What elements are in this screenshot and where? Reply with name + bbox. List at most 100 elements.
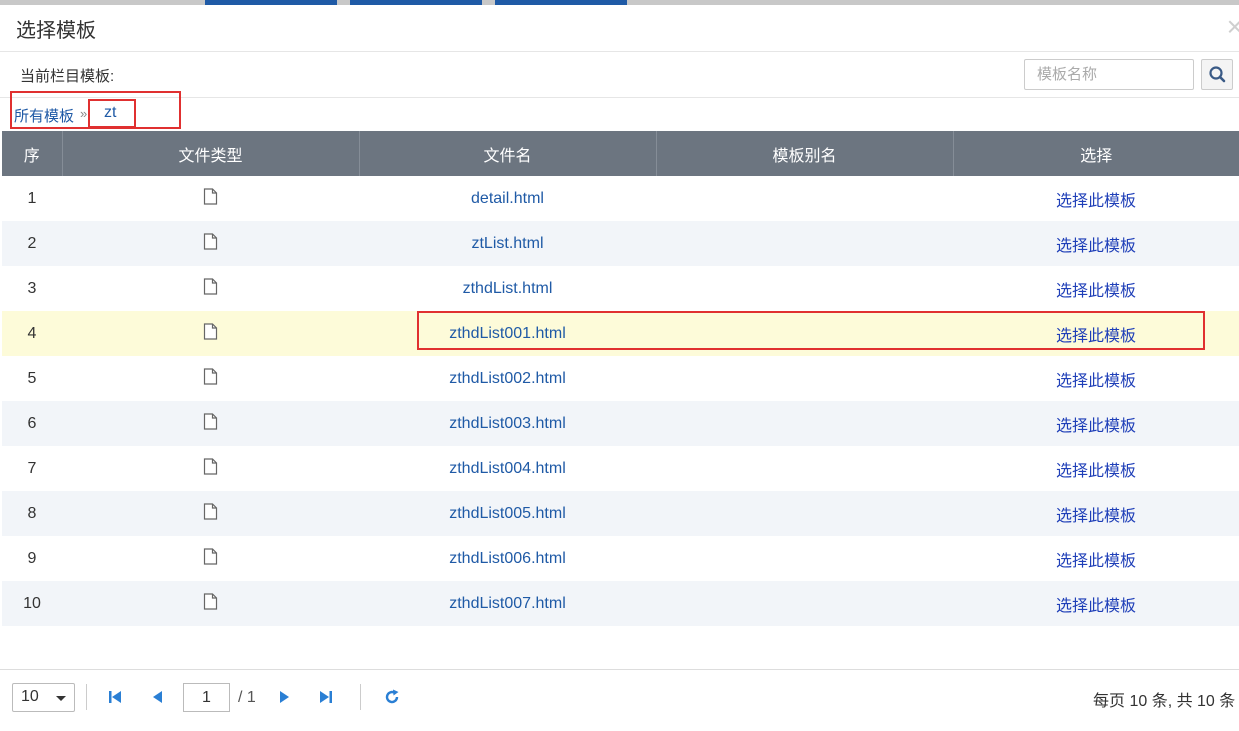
last-page-icon[interactable] — [317, 688, 335, 706]
document-icon — [203, 322, 218, 345]
template-name-search-input[interactable] — [1024, 59, 1194, 90]
table-row: 4 zthdList001.html 选择此模板 — [2, 311, 1239, 356]
column-header-file-name: 文件名 — [359, 131, 657, 176]
file-type-cell — [62, 266, 359, 311]
document-icon — [203, 592, 218, 615]
document-icon — [203, 232, 218, 255]
template-alias-cell — [656, 491, 953, 536]
template-alias-cell — [656, 536, 953, 581]
file-type-cell — [62, 491, 359, 536]
select-template-link[interactable]: 选择此模板 — [1056, 328, 1136, 345]
refresh-icon[interactable] — [383, 688, 401, 706]
file-name-cell: zthdList003.html — [359, 401, 656, 446]
file-type-cell — [62, 536, 359, 581]
file-type-cell — [62, 446, 359, 491]
file-name-link[interactable]: zthdList003.html — [449, 415, 566, 432]
file-name-link[interactable]: zthdList004.html — [449, 460, 566, 477]
file-name-cell: detail.html — [359, 176, 656, 221]
select-template-link[interactable]: 选择此模板 — [1056, 193, 1136, 210]
dialog-title: 选择模板 — [16, 20, 96, 42]
top-tab-2[interactable] — [350, 0, 482, 5]
select-template-link[interactable]: 选择此模板 — [1056, 598, 1136, 615]
template-alias-cell — [656, 311, 953, 356]
page-total: / 1 — [238, 689, 256, 706]
previous-page-icon[interactable] — [148, 688, 166, 706]
table-row: 1 detail.html 选择此模板 — [2, 176, 1239, 221]
pagination-summary: 每页 10 条, 共 10 条 — [1093, 693, 1236, 710]
first-page-icon[interactable] — [106, 688, 124, 706]
row-index: 5 — [27, 369, 37, 387]
document-icon — [203, 502, 218, 525]
select-cell: 选择此模板 — [953, 221, 1239, 266]
select-template-link[interactable]: 选择此模板 — [1056, 418, 1136, 435]
breadcrumb-all-templates[interactable]: 所有模板 — [14, 105, 74, 126]
next-page-icon[interactable] — [276, 688, 294, 706]
table-row: 8 zthdList005.html 选择此模板 — [2, 491, 1239, 536]
file-name-link[interactable]: detail.html — [471, 190, 544, 207]
select-cell: 选择此模板 — [953, 176, 1239, 221]
template-alias-cell — [656, 581, 953, 626]
template-table: 序 文件类型 文件名 模板别名 选择 1 detail.html 选择此模板 2 ztL… — [2, 131, 1239, 626]
divider — [86, 684, 87, 710]
template-alias-cell — [656, 266, 953, 311]
table-row: 3 zthdList.html 选择此模板 — [2, 266, 1239, 311]
template-alias-cell — [656, 401, 953, 446]
search-button[interactable] — [1201, 59, 1233, 90]
column-header-index: 序 — [2, 131, 63, 176]
page-size-value: 10 — [21, 688, 39, 705]
template-alias-cell — [656, 221, 953, 266]
select-template-link[interactable]: 选择此模板 — [1056, 508, 1136, 525]
pagination-bar: 10 / 1 每页 10 条, 共 10 条 — [0, 670, 1239, 731]
file-name-cell: zthdList002.html — [359, 356, 656, 401]
file-name-link[interactable]: ztList.html — [471, 235, 543, 252]
breadcrumb-current-folder[interactable]: zt — [104, 104, 116, 122]
close-icon[interactable]: × — [1227, 13, 1239, 41]
row-index: 4 — [2, 311, 62, 356]
file-type-cell — [62, 221, 359, 266]
divider — [0, 51, 1239, 52]
chevron-down-icon — [56, 696, 66, 701]
file-name-cell: zthdList006.html — [359, 536, 656, 581]
file-name-link[interactable]: zthdList002.html — [449, 370, 566, 387]
select-template-link[interactable]: 选择此模板 — [1056, 238, 1136, 255]
row-index: 1 — [27, 189, 37, 207]
table-row: 7 zthdList004.html 选择此模板 — [2, 446, 1239, 491]
file-name-cell: ztList.html — [359, 221, 656, 266]
select-cell: 选择此模板 — [953, 401, 1239, 446]
row-index: 3 — [27, 279, 37, 297]
file-name-cell: zthdList007.html — [359, 581, 656, 626]
top-tab-strip — [0, 0, 1239, 5]
file-type-cell — [62, 176, 359, 221]
row-index: 8 — [2, 491, 62, 536]
select-template-link[interactable]: 选择此模板 — [1056, 283, 1136, 300]
file-name-link[interactable]: zthdList001.html — [449, 325, 566, 342]
select-template-link[interactable]: 选择此模板 — [1056, 553, 1136, 570]
document-icon — [203, 367, 218, 390]
file-type-cell — [62, 581, 359, 626]
file-name-link[interactable]: zthdList006.html — [449, 550, 566, 567]
select-cell: 选择此模板 — [953, 311, 1239, 356]
document-icon — [203, 547, 218, 570]
table-row: 5 zthdList002.html 选择此模板 — [2, 356, 1239, 401]
page-size-select[interactable]: 10 — [12, 683, 75, 712]
file-type-cell — [62, 356, 359, 401]
file-name-link[interactable]: zthdList005.html — [449, 505, 566, 522]
row-index: 10 — [2, 581, 62, 626]
file-name-cell: zthdList005.html — [359, 491, 656, 536]
row-index: 6 — [2, 401, 62, 446]
row-index: 9 — [27, 549, 37, 567]
select-template-link[interactable]: 选择此模板 — [1056, 373, 1136, 390]
top-tab-1[interactable] — [205, 0, 337, 5]
document-icon — [203, 277, 218, 300]
row-index: 7 — [27, 459, 37, 477]
file-name-link[interactable]: zthdList007.html — [449, 595, 566, 612]
file-name-link[interactable]: zthdList.html — [463, 280, 553, 297]
select-cell: 选择此模板 — [953, 446, 1239, 491]
table-row: 9 zthdList006.html 选择此模板 — [2, 536, 1239, 581]
top-tab-3[interactable] — [495, 0, 627, 5]
document-icon — [203, 457, 218, 480]
page-number-input[interactable] — [183, 683, 230, 712]
select-template-link[interactable]: 选择此模板 — [1056, 463, 1136, 480]
template-alias-cell — [656, 356, 953, 401]
divider — [0, 97, 1239, 98]
